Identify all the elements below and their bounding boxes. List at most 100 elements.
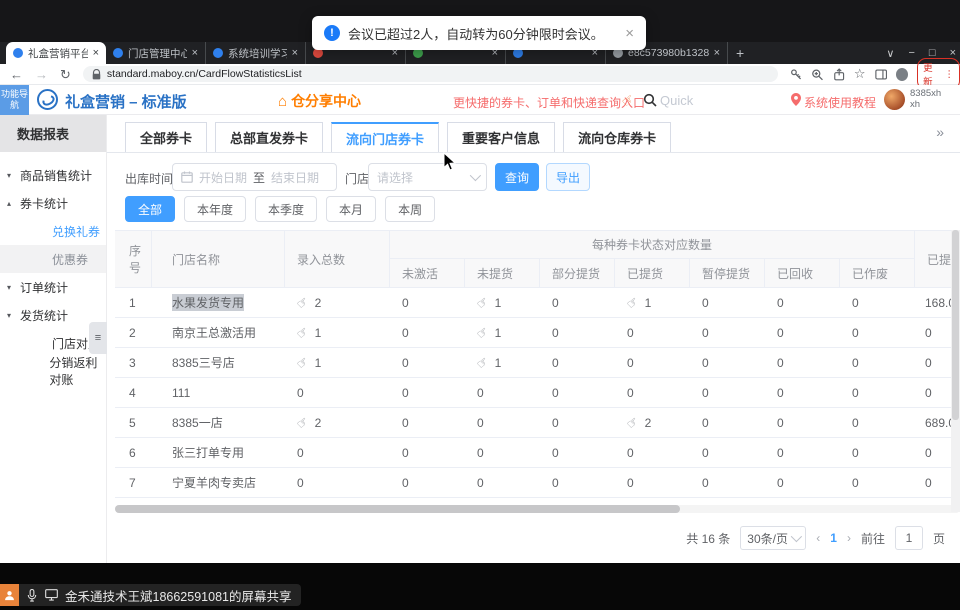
cell-status-4: 0 <box>615 468 690 497</box>
browser-tab-2[interactable]: 门店管理中心× <box>106 42 206 64</box>
expand-arrow-icon: ▾ <box>7 283 19 292</box>
cell-value: 0 <box>777 326 784 340</box>
cell-row-number: 3 <box>115 348 152 377</box>
group-header-label: 每种券卡状态对应数量 <box>390 231 914 259</box>
vertical-scrollbar[interactable] <box>951 230 960 512</box>
quick-filter-5[interactable]: 本周 <box>385 196 435 222</box>
cell-status-4[interactable]: ☞2 <box>615 408 690 437</box>
pointer-hand-icon: ☞ <box>293 413 312 433</box>
cell-total-count: 0 <box>285 438 390 467</box>
browser-tab-3[interactable]: 系统培训学习× <box>206 42 306 64</box>
vertical-scrollbar-thumb[interactable] <box>952 230 959 420</box>
sidebar-collapse-handle[interactable]: ≡ <box>89 322 107 354</box>
sidebar-item-5[interactable]: ▾订单统计 <box>0 273 106 301</box>
quick-filter-3[interactable]: 本季度 <box>255 196 317 222</box>
tab-close-icon[interactable]: × <box>93 47 99 59</box>
cell-total-count[interactable]: ☞1 <box>285 348 390 377</box>
quick-filter-4[interactable]: 本月 <box>326 196 376 222</box>
cell-status-5: 0 <box>690 438 765 467</box>
address-bar[interactable]: standard.maboy.cn/CardFlowStatisticsList <box>83 66 778 82</box>
toast-close-icon[interactable]: × <box>625 25 634 42</box>
user-avatar[interactable] <box>884 89 905 110</box>
cell-status-7: 0 <box>840 408 915 437</box>
store-house-icon: ⌂ <box>278 93 287 110</box>
prev-page-icon[interactable]: ‹ <box>816 531 820 545</box>
bookmark-star-icon[interactable]: ☆ <box>854 66 866 82</box>
table-header: 序号 门店名称 录入总数 每种券卡状态对应数量 未激活未提货部分提货已提货暂停提… <box>115 231 960 288</box>
browser-tab-1[interactable]: 礼盒营销平台管理中心 × <box>6 42 106 64</box>
sidebar-item-1[interactable]: ▾商品销售统计 <box>0 161 106 189</box>
tab-close-icon[interactable]: × <box>192 47 198 59</box>
status-subheader-1: 未激活 <box>390 259 465 287</box>
screen: 礼盒营销平台管理中心×门店管理中心×系统培训学习××××e8c573980b13… <box>0 0 960 610</box>
expand-arrow-icon: ▴ <box>7 199 19 208</box>
sidebar-item-4[interactable]: 优惠券 <box>0 245 106 273</box>
status-subheaders: 未激活未提货部分提货已提货暂停提货已回收已作废 <box>390 259 914 287</box>
tab-close-icon[interactable]: × <box>292 47 298 59</box>
date-range-picker[interactable]: 开始日期 至 结束日期 <box>172 163 337 191</box>
export-button[interactable]: 导出 <box>546 163 590 191</box>
table-row-4: 4111000000000 <box>115 378 960 408</box>
cell-status-2[interactable]: ☞1 <box>465 288 540 317</box>
tab-close-icon[interactable]: × <box>714 47 720 59</box>
content-tab-2[interactable]: 总部直发券卡 <box>215 122 323 152</box>
menu-dots-icon[interactable]: ⋮ <box>945 69 955 80</box>
goto-page-input[interactable] <box>895 526 923 550</box>
cell-status-3: 0 <box>540 378 615 407</box>
content-tab-5[interactable]: 流向仓库券卡 <box>563 122 671 152</box>
zoom-icon[interactable] <box>811 68 823 81</box>
page-size-select[interactable]: 30条/页 <box>740 526 806 550</box>
cell-status-2[interactable]: ☞1 <box>465 318 540 347</box>
cell-value: 1 <box>495 296 502 310</box>
sidebar-item-3[interactable]: 兑换礼券 <box>0 217 106 245</box>
cell-total-count[interactable]: ☞2 <box>285 288 390 317</box>
cell-total-count[interactable]: ☞2 <box>285 408 390 437</box>
new-tab-button[interactable]: + <box>728 42 752 64</box>
cell-store-name: 111 <box>152 378 285 407</box>
refresh-icon[interactable]: ↻ <box>60 68 71 81</box>
horizontal-scrollbar-thumb[interactable] <box>115 505 680 513</box>
tab-title: 礼盒营销平台管理中心 <box>28 46 88 61</box>
quick-filter-1[interactable]: 全部 <box>125 196 175 222</box>
cell-status-2[interactable]: ☞1 <box>465 348 540 377</box>
cell-total-count[interactable]: ☞1 <box>285 318 390 347</box>
quick-search-icon[interactable] <box>643 93 657 107</box>
cell-value: 2 <box>315 296 322 310</box>
key-icon[interactable] <box>790 68 802 81</box>
share-center-link[interactable]: ⌂ 仓分享中心 <box>278 91 361 111</box>
cell-status-6: 0 <box>765 378 840 407</box>
cell-value: 0 <box>627 326 634 340</box>
cell-status-4[interactable]: ☞1 <box>615 288 690 317</box>
tabs-collapse-icon[interactable]: » <box>936 124 942 140</box>
back-icon[interactable]: ← <box>10 68 23 81</box>
store-name-text: 南京王总激活用 <box>172 324 256 341</box>
cell-status-7: 0 <box>840 348 915 377</box>
profile-avatar-icon[interactable] <box>896 68 908 81</box>
data-table: 序号 门店名称 录入总数 每种券卡状态对应数量 未激活未提货部分提货已提货暂停提… <box>115 230 960 506</box>
sidebar-item-2[interactable]: ▴券卡统计 <box>0 189 106 217</box>
system-tutorial-link[interactable]: 系统使用教程 <box>804 94 876 111</box>
quick-filter-2[interactable]: 本年度 <box>184 196 246 222</box>
cell-status-2: 0 <box>465 408 540 437</box>
end-date-placeholder[interactable]: 结束日期 <box>271 169 319 186</box>
horizontal-scrollbar[interactable] <box>115 505 960 513</box>
cell-value: 0 <box>852 446 859 460</box>
content-tab-3[interactable]: 流向门店券卡 <box>331 122 439 152</box>
forward-icon[interactable]: → <box>35 68 48 81</box>
content-tab-1[interactable]: 全部券卡 <box>125 122 207 152</box>
current-page[interactable]: 1 <box>830 531 837 545</box>
cell-status-7: 0 <box>840 468 915 497</box>
next-page-icon[interactable]: › <box>847 531 851 545</box>
share-icon[interactable] <box>833 68 845 81</box>
quick-label[interactable]: Quick <box>660 93 693 108</box>
function-nav-toggle[interactable]: 功能导航 <box>0 85 29 115</box>
cell-value: 0 <box>402 356 409 370</box>
store-select[interactable]: 请选择 <box>368 163 487 191</box>
start-date-placeholder[interactable]: 开始日期 <box>199 169 247 186</box>
sidebar-item-8[interactable]: 分销返利对账 <box>0 357 106 385</box>
content-tab-4[interactable]: 重要客户信息 <box>447 122 555 152</box>
search-button[interactable]: 查询 <box>495 163 539 191</box>
cell-row-number: 4 <box>115 378 152 407</box>
side-panel-icon[interactable] <box>875 68 887 81</box>
cell-status-1: 0 <box>390 318 465 347</box>
